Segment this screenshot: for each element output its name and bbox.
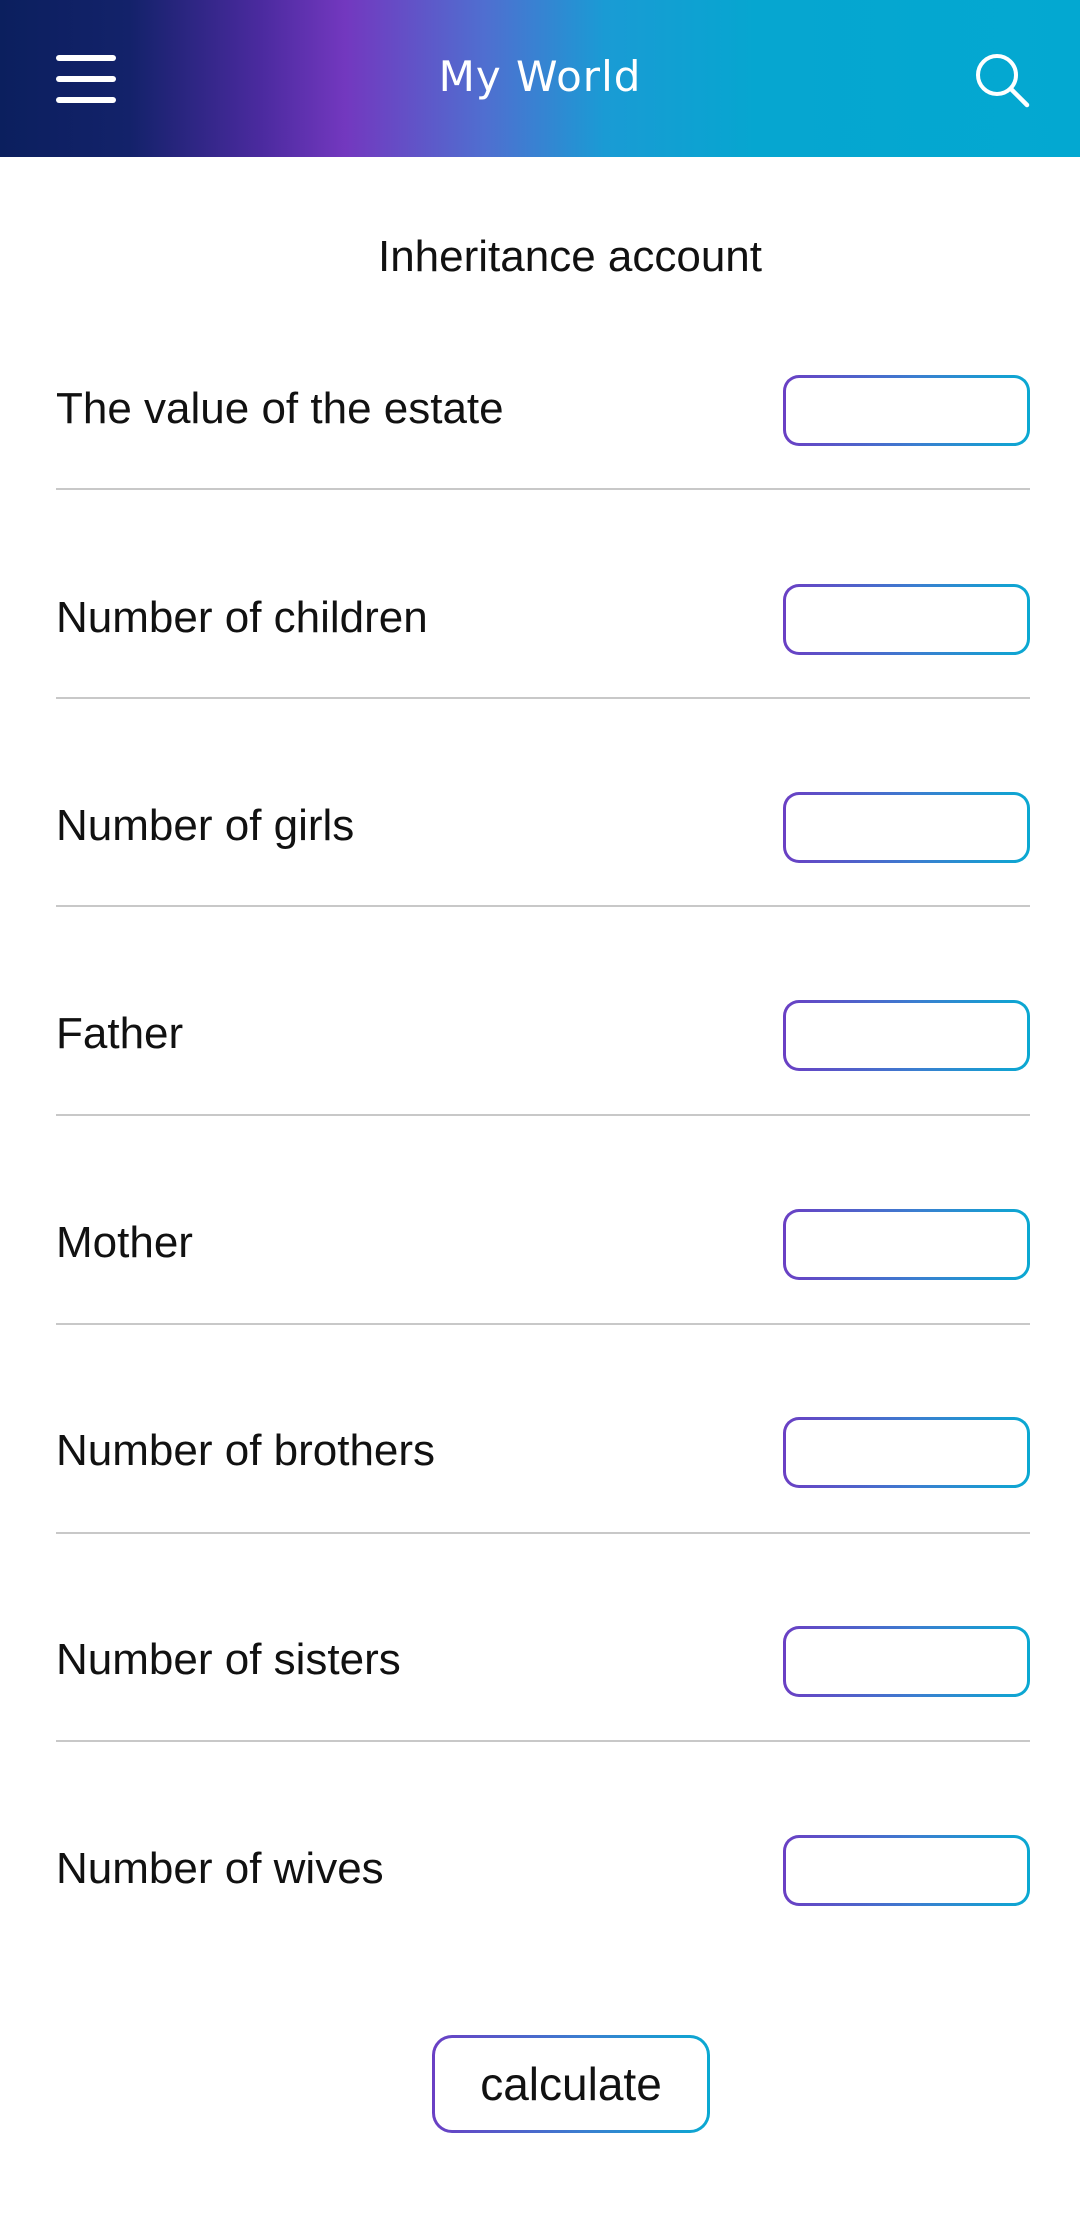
father-field-frame <box>783 1000 1030 1071</box>
brothers-label: Number of brothers <box>56 1426 436 1475</box>
mother-field-frame <box>783 1209 1030 1280</box>
menu-bar <box>56 55 116 61</box>
calculate-button[interactable]: calculate <box>432 2035 710 2133</box>
search-icon[interactable] <box>974 52 1030 108</box>
estate-value-input[interactable] <box>786 378 1027 443</box>
divider <box>56 488 1030 490</box>
menu-bar <box>56 97 116 103</box>
children-input[interactable] <box>786 587 1027 652</box>
divider <box>56 697 1030 699</box>
page-title: Inheritance account <box>377 232 763 281</box>
divider <box>56 1740 1030 1742</box>
form-row-brothers: Number of brothers <box>56 1401 1030 1501</box>
divider <box>56 1532 1030 1534</box>
mother-label: Mother <box>56 1218 193 1267</box>
girls-field-frame <box>783 792 1030 863</box>
form-row-mother: Mother <box>56 1193 1030 1293</box>
app-screen: My World Inheritance account The value o… <box>0 0 1080 2237</box>
form-row-sisters: Number of sisters <box>56 1610 1030 1710</box>
app-header: My World <box>0 0 1080 157</box>
divider <box>56 1114 1030 1116</box>
sisters-input[interactable] <box>786 1629 1027 1694</box>
girls-input[interactable] <box>786 795 1027 860</box>
app-title: My World <box>438 52 642 101</box>
wives-input[interactable] <box>786 1838 1027 1903</box>
form-row-children: Number of children <box>56 568 1030 668</box>
estate-value-label: The value of the estate <box>56 384 504 433</box>
wives-field-frame <box>783 1835 1030 1906</box>
calculate-button-label: calculate <box>435 2038 707 2130</box>
estate-value-field-frame <box>783 375 1030 446</box>
wives-label: Number of wives <box>56 1844 384 1893</box>
form-row-father: Father <box>56 984 1030 1084</box>
brothers-input[interactable] <box>786 1420 1027 1485</box>
divider <box>56 1323 1030 1325</box>
form-row-girls: Number of girls <box>56 776 1030 876</box>
form-row-estate-value: The value of the estate <box>56 359 1030 459</box>
sisters-label: Number of sisters <box>56 1635 401 1684</box>
girls-label: Number of girls <box>56 801 355 850</box>
brothers-field-frame <box>783 1417 1030 1488</box>
menu-bar <box>56 76 116 82</box>
father-label: Father <box>56 1009 184 1058</box>
sisters-field-frame <box>783 1626 1030 1697</box>
children-field-frame <box>783 584 1030 655</box>
hamburger-menu-icon[interactable] <box>56 55 116 103</box>
father-input[interactable] <box>786 1003 1027 1068</box>
children-label: Number of children <box>56 593 428 642</box>
form-row-wives: Number of wives <box>56 1819 1030 1919</box>
divider <box>56 905 1030 907</box>
mother-input[interactable] <box>786 1212 1027 1277</box>
